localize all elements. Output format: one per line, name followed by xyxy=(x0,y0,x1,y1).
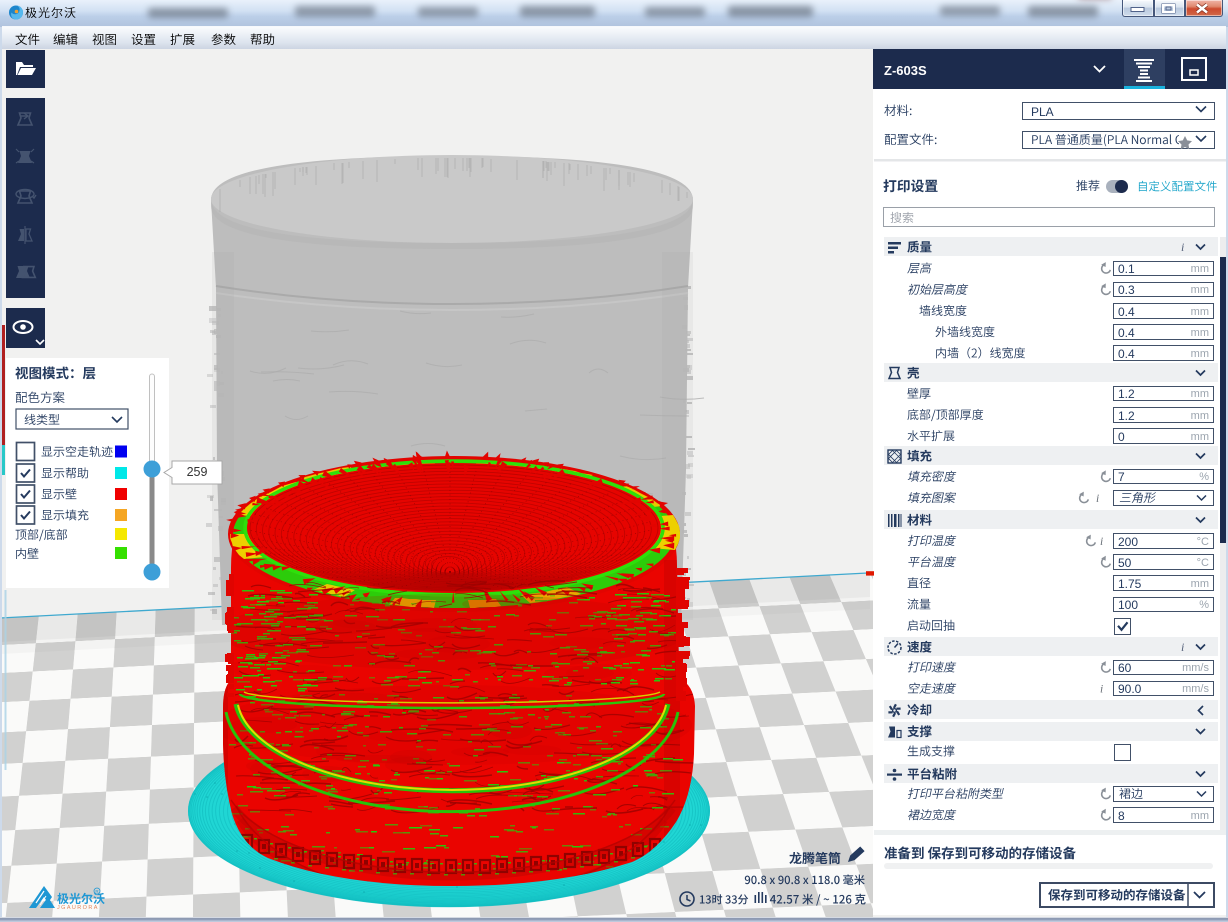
svg-text:i: i xyxy=(1096,493,1099,505)
svg-text:i: i xyxy=(1100,536,1103,548)
svg-text:i: i xyxy=(1181,640,1184,654)
svg-text:Z-603S: Z-603S xyxy=(884,63,927,78)
svg-text:i: i xyxy=(1181,240,1184,254)
svg-text:i: i xyxy=(1100,684,1103,696)
